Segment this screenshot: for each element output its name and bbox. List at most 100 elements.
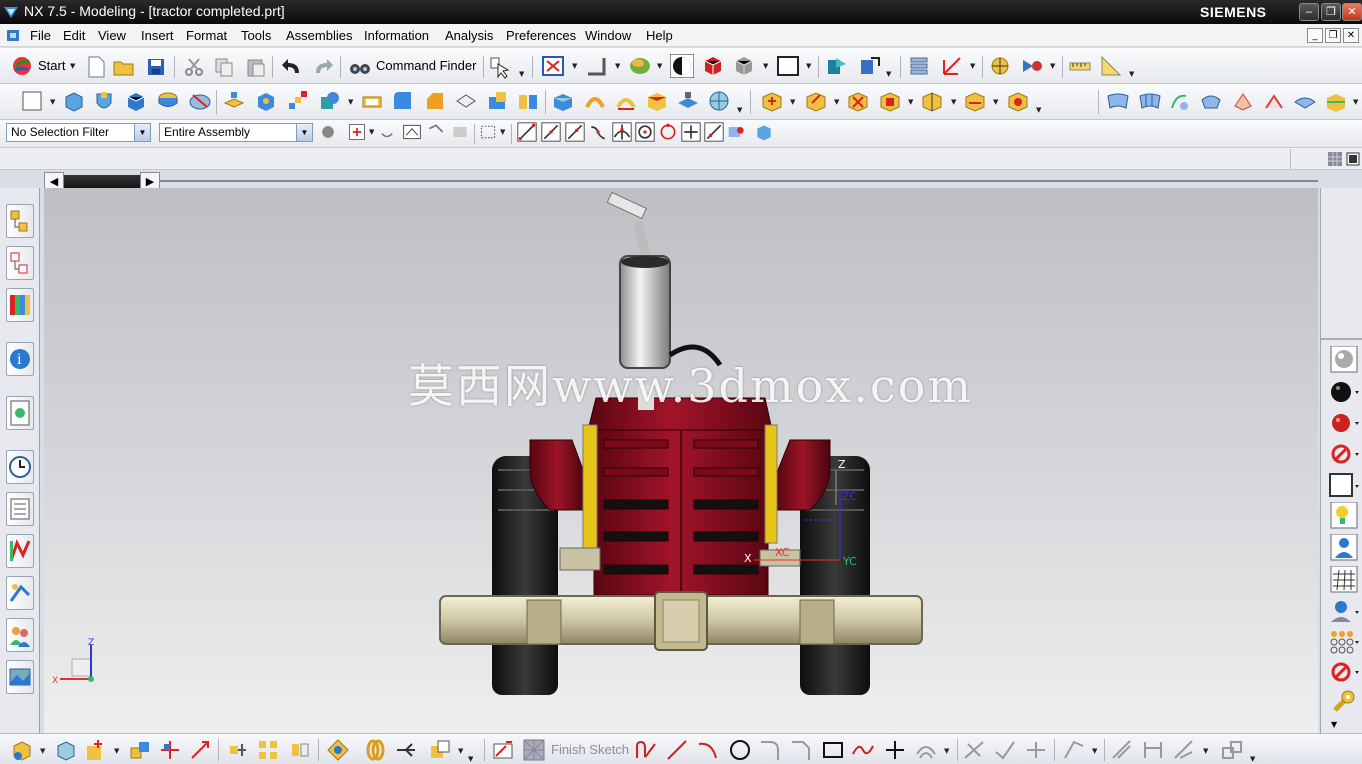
move-component-icon[interactable] [188,738,212,762]
datum-plane-icon[interactable] [222,89,246,113]
reset-filter-icon[interactable] [378,123,396,141]
offset-face-icon[interactable] [551,89,575,113]
app-menu-icon[interactable] [6,28,22,43]
undo-icon[interactable] [280,55,304,79]
sketch-plane-icon[interactable] [20,89,44,113]
menu-file[interactable]: File [30,28,51,43]
move-face-icon[interactable] [760,89,784,113]
assembly-array-icon[interactable] [256,738,280,762]
menu-help[interactable]: Help [646,28,673,43]
select-pointer-icon[interactable] [488,55,512,79]
swept-icon[interactable] [1168,90,1192,114]
geometric-constraints-icon[interactable] [1141,738,1165,762]
mirror-curve-icon[interactable] [1062,738,1086,762]
edge-blend-icon[interactable] [391,89,415,113]
start-icon[interactable] [10,54,34,78]
wcs-origin-icon[interactable] [940,54,964,78]
menu-view[interactable]: View [98,28,126,43]
assembly-navigator-tab[interactable] [6,204,34,238]
offset-region-icon[interactable] [920,89,944,113]
bridge-surface-icon[interactable] [1231,90,1255,114]
studio-spline-icon[interactable] [851,738,875,762]
menu-format[interactable]: Format [186,28,227,43]
snap-point-on-face-icon[interactable] [727,122,747,142]
make-corner-icon[interactable] [1024,738,1048,762]
light-bulb-icon[interactable] [1329,502,1359,530]
graphics-viewport[interactable]: X XC YC ZC Z Z X [44,188,1318,733]
component-new-icon[interactable] [54,738,78,762]
roles-tab[interactable] [6,618,34,652]
snap-3d-icon[interactable] [754,122,774,142]
manufacturing-wizard-tab[interactable] [6,576,34,610]
hole-icon[interactable] [254,89,278,113]
snap-intersection-icon[interactable] [612,122,632,142]
pattern-icon[interactable] [286,89,310,113]
process-studio-tab[interactable] [6,534,34,568]
doc-restore-button[interactable]: ❐ [1325,28,1341,43]
history-tab[interactable] [6,450,34,484]
mate-component-icon[interactable] [128,738,152,762]
command-finder-button[interactable]: Command Finder [376,58,476,73]
sketch-icon[interactable] [492,738,516,762]
rectangle-icon[interactable] [821,738,845,762]
through-curve-mesh-icon[interactable] [1138,90,1162,114]
sew-icon[interactable] [614,89,638,113]
selection-scope-dropdown[interactable]: Entire Assembly ▼ [159,123,313,142]
auto-constrain-icon[interactable] [1172,738,1196,762]
no-symbol-icon[interactable] [1329,440,1359,468]
gray-cube-icon[interactable] [732,54,756,78]
sphere-icon[interactable] [188,89,212,113]
assembly-sequence-icon[interactable] [394,738,418,762]
thicken-icon[interactable] [583,89,607,113]
close-button[interactable]: ✕ [1342,3,1362,21]
product-interface-icon[interactable] [428,738,452,762]
doc-minimize-button[interactable]: _ [1307,28,1323,43]
user-light-icon[interactable] [1329,598,1359,626]
menu-insert[interactable]: Insert [141,28,174,43]
styled-blend-icon[interactable] [1262,90,1286,114]
copy-icon[interactable] [212,55,236,79]
split-body-icon[interactable] [516,89,540,113]
add-component-icon[interactable] [84,738,108,762]
save-icon[interactable] [144,55,168,79]
unite-icon[interactable] [318,89,342,113]
chamfer-icon[interactable] [423,89,447,113]
clearance-analysis-icon[interactable] [363,738,387,762]
reuse-library-tab[interactable]: i [6,342,34,376]
resize-blend-icon[interactable] [963,89,987,113]
finish-sketch-button[interactable]: Finish Sketch [551,742,629,757]
point-icon[interactable] [883,738,907,762]
wcs-display-icon[interactable] [584,54,608,78]
grid-toggle-icon[interactable] [1328,152,1342,166]
pull-face-icon[interactable] [804,89,828,113]
assembly-add-icon[interactable] [10,738,34,762]
snap-midpoint-icon[interactable] [541,122,561,142]
material-sphere-icon[interactable] [1329,346,1359,374]
general-selection-icon[interactable] [318,122,338,142]
redo-icon[interactable] [311,55,335,79]
law-extension-icon[interactable] [1293,90,1317,114]
orient-view-icon[interactable] [824,54,848,78]
paste-icon[interactable] [244,55,268,79]
constraint-navigator-tab[interactable] [6,246,34,280]
select-all-icon[interactable] [402,122,422,142]
background-color-icon[interactable] [776,54,800,78]
menu-assemblies[interactable]: Assemblies [286,28,352,43]
menu-window[interactable]: Window [585,28,631,43]
menu-analysis[interactable]: Analysis [445,28,493,43]
finish-sketch-icon[interactable] [522,738,546,762]
selection-filter-dropdown[interactable]: No Selection Filter ▼ [6,123,151,142]
n-sided-surface-icon[interactable] [1199,90,1223,114]
shell-icon[interactable] [360,89,384,113]
hd3d-tools-tab[interactable] [6,396,34,430]
extrude-icon[interactable] [62,89,86,113]
measure-angle-icon[interactable] [1099,54,1123,78]
menu-information[interactable]: Information [364,28,429,43]
cut-icon[interactable] [182,55,206,79]
person-render-icon[interactable] [1329,534,1359,562]
surface-through-curves-icon[interactable] [1106,90,1130,114]
quick-trim-icon[interactable] [962,738,986,762]
system-scenes-tab[interactable] [6,660,34,694]
minimize-button[interactable]: ‒ [1299,3,1319,21]
rectangle-select-icon[interactable] [478,122,498,142]
